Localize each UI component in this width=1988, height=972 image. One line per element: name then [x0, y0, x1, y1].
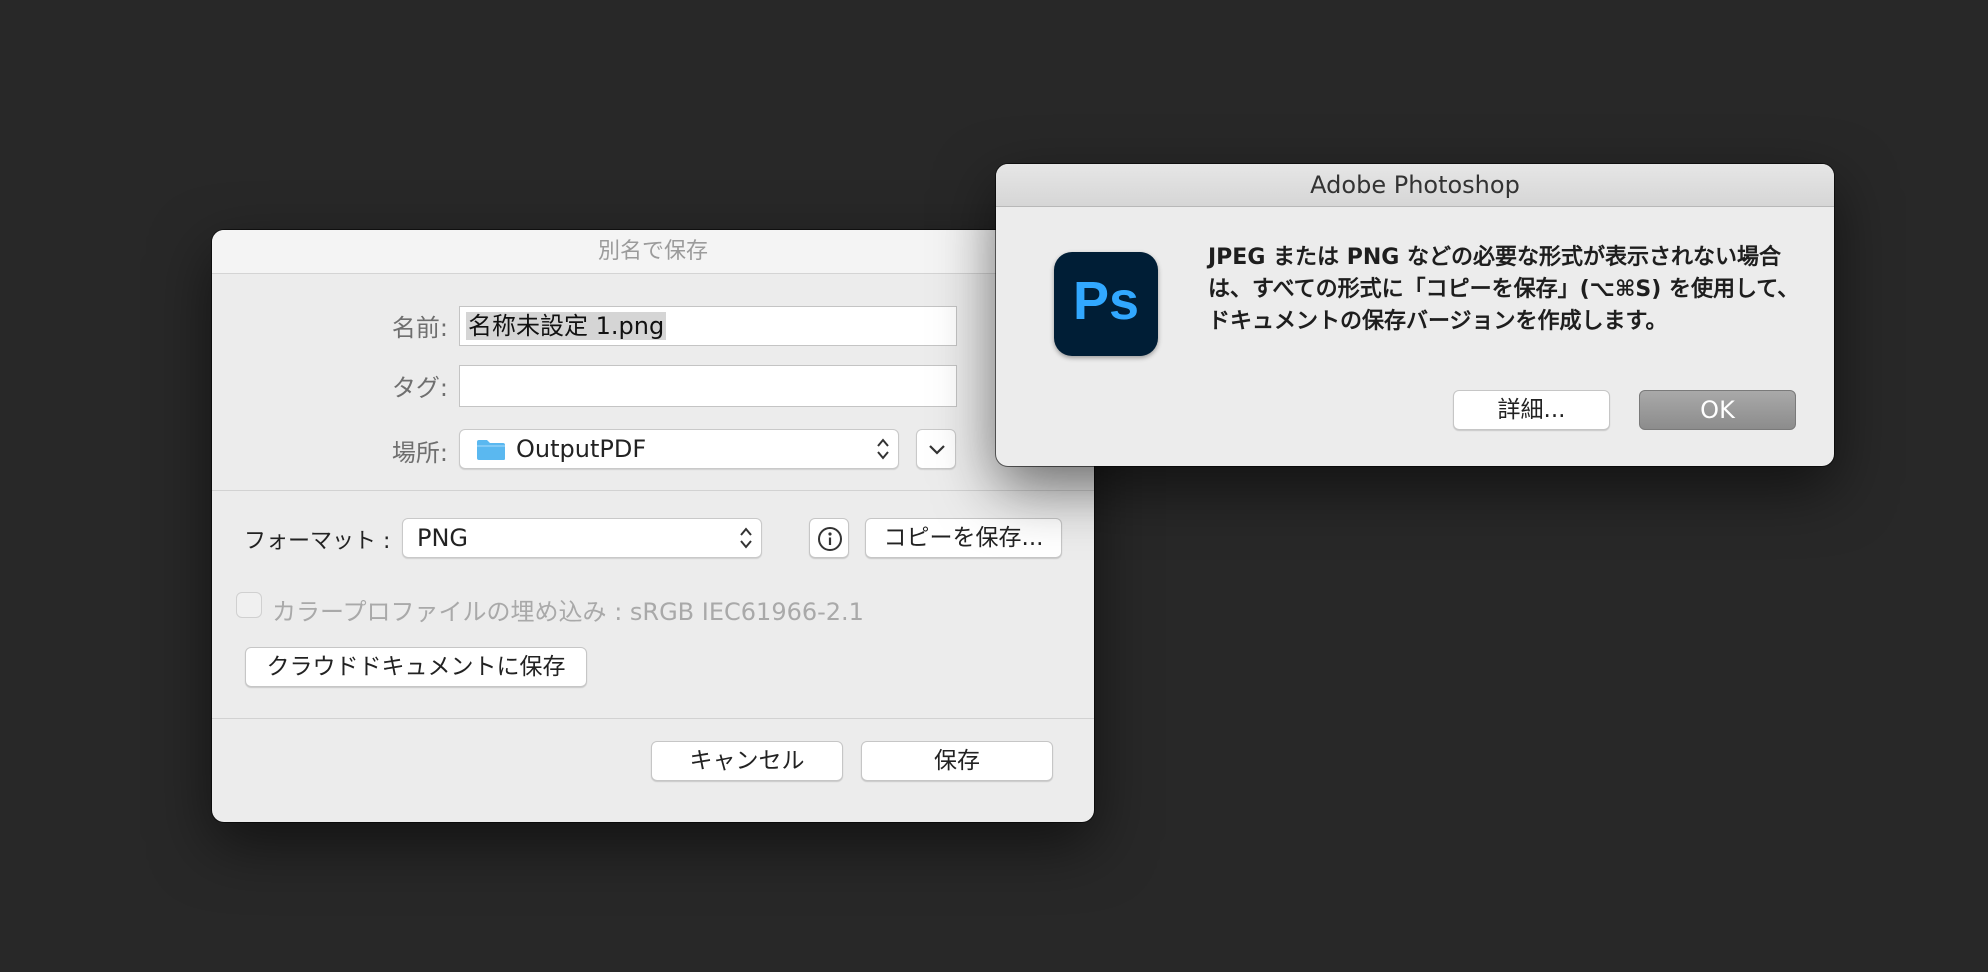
save-button[interactable]: 保存: [861, 741, 1053, 781]
where-label: 場所:: [391, 439, 448, 467]
format-value: PNG: [417, 524, 469, 552]
where-value: OutputPDF: [516, 435, 647, 463]
save-to-cloud-button[interactable]: クラウドドキュメントに保存: [245, 647, 587, 687]
format-label: フォーマット :: [244, 529, 391, 554]
format-popup[interactable]: PNG: [402, 518, 762, 558]
photoshop-icon-text: Ps: [1072, 271, 1140, 331]
details-button[interactable]: 詳細...: [1453, 390, 1610, 430]
embed-profile-label: カラープロファイルの埋め込み : sRGB IEC61966-2.1: [272, 598, 864, 626]
expand-dialog-button[interactable]: [916, 429, 956, 469]
where-popup[interactable]: OutputPDF: [459, 429, 899, 469]
chevron-updown-icon: [740, 527, 752, 549]
photoshop-app-icon: Ps: [1054, 252, 1158, 356]
save-dialog-title: 別名で保存: [212, 230, 1094, 274]
info-button[interactable]: [809, 518, 849, 558]
save-copy-button[interactable]: コピーを保存...: [865, 518, 1062, 558]
separator: [212, 718, 1094, 719]
name-field-value: 名称未設定 1.png: [466, 312, 667, 340]
folder-icon: [477, 440, 505, 460]
tags-label: タグ:: [391, 374, 448, 402]
ok-button[interactable]: OK: [1639, 390, 1796, 430]
tags-field[interactable]: [459, 365, 957, 407]
photoshop-alert: Adobe Photoshop Ps JPEG または PNG などの必要な形式…: [996, 164, 1834, 466]
embed-profile-checkbox[interactable]: [236, 592, 262, 618]
alert-title: Adobe Photoshop: [996, 164, 1834, 207]
chevron-updown-icon: [877, 438, 889, 460]
separator: [212, 490, 1094, 491]
chevron-down-icon: [929, 445, 945, 455]
alert-message: JPEG または PNG などの必要な形式が表示されない場合は、すべての形式に「…: [1208, 245, 1800, 334]
save-as-dialog: 別名で保存 名前: 名称未設定 1.png タグ: 場所: OutputPDF …: [212, 230, 1094, 822]
name-label: 名前:: [391, 314, 448, 342]
name-field[interactable]: 名称未設定 1.png: [459, 306, 957, 346]
info-icon: [818, 527, 842, 551]
cancel-button[interactable]: キャンセル: [651, 741, 843, 781]
